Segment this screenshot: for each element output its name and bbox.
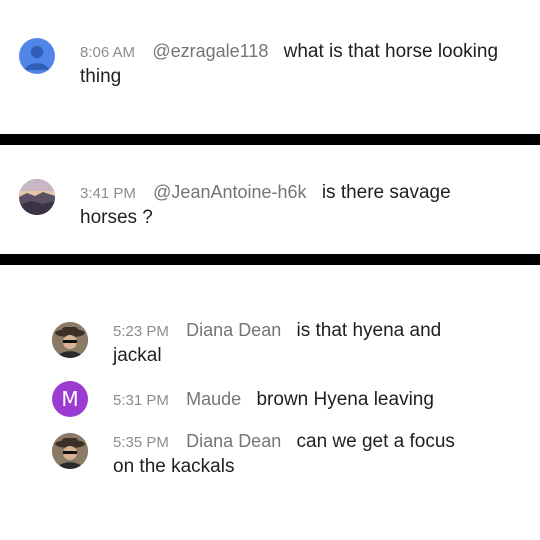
chat-message: 5:23 PM Diana Dean is that hyena and jac… bbox=[113, 318, 441, 368]
author-name[interactable]: @ezragale118 bbox=[152, 41, 268, 61]
timestamp: 5:23 PM bbox=[113, 323, 169, 340]
author-name[interactable]: Maude bbox=[186, 389, 241, 409]
message-text: can we get a focus bbox=[296, 431, 455, 452]
landscape-photo-avatar bbox=[19, 179, 55, 215]
timestamp: 8:06 AM bbox=[80, 44, 136, 61]
message-text-continued: on the kackals bbox=[113, 456, 235, 477]
person-with-hat-avatar bbox=[52, 322, 88, 358]
chat-message: 3:41 PM @JeanAntoine-h6k is there savage… bbox=[80, 180, 451, 230]
avatar-letter: M bbox=[61, 387, 79, 411]
avatar[interactable] bbox=[19, 38, 55, 74]
timestamp: 3:41 PM bbox=[80, 185, 136, 202]
timestamp: 5:35 PM bbox=[113, 434, 169, 451]
author-name[interactable]: Diana Dean bbox=[186, 431, 281, 451]
avatar[interactable] bbox=[52, 322, 88, 358]
chat-message: 8:06 AM @ezragale118 what is that horse … bbox=[80, 39, 498, 89]
timestamp: 5:31 PM bbox=[113, 392, 169, 409]
divider bbox=[0, 134, 540, 145]
chat-message: 5:31 PM Maude brown Hyena leaving bbox=[113, 387, 434, 413]
author-name[interactable]: @JeanAntoine-h6k bbox=[153, 182, 306, 202]
message-text: what is that horse looking bbox=[283, 41, 499, 62]
author-name[interactable]: Diana Dean bbox=[186, 320, 281, 340]
divider bbox=[0, 254, 540, 265]
avatar[interactable] bbox=[19, 179, 55, 215]
default-user-icon bbox=[25, 45, 49, 70]
person-with-hat-avatar bbox=[52, 433, 88, 469]
chat-message: 5:35 PM Diana Dean can we get a focus on… bbox=[113, 429, 455, 479]
message-text: is there savage bbox=[321, 182, 451, 203]
message-text: is that hyena and bbox=[296, 320, 442, 341]
message-text-continued: thing bbox=[80, 66, 122, 87]
message-text-continued: jackal bbox=[113, 345, 162, 366]
message-text-continued: horses ? bbox=[80, 207, 153, 228]
message-text: brown Hyena leaving bbox=[256, 389, 434, 410]
avatar[interactable] bbox=[52, 433, 88, 469]
avatar[interactable]: M bbox=[52, 381, 88, 417]
